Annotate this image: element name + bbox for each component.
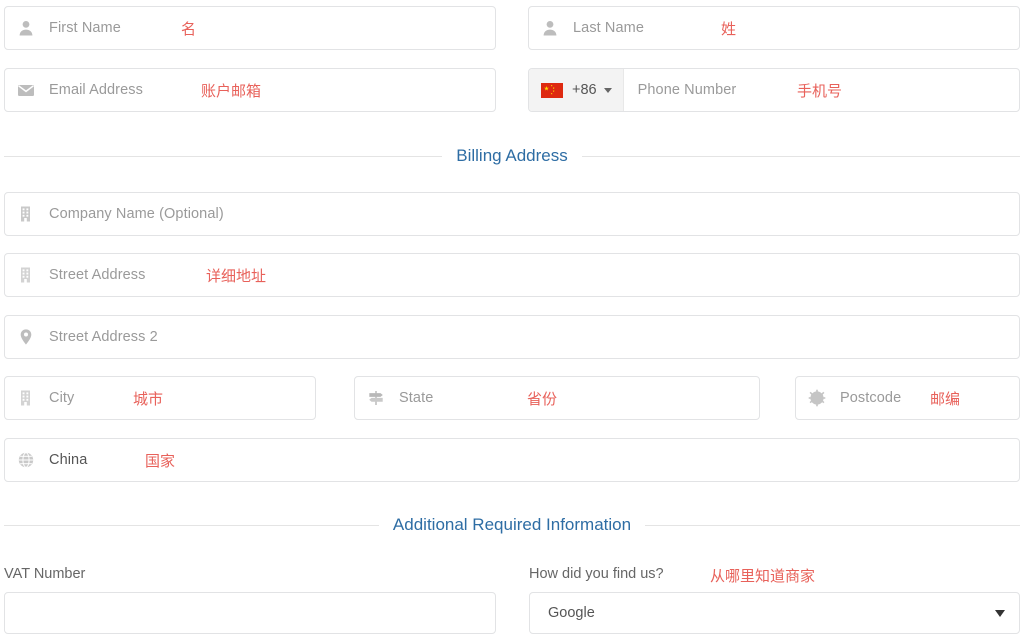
- email-row: Email Address 账户邮箱: [4, 68, 496, 112]
- street2-row: Street Address 2: [4, 315, 1020, 359]
- find-us-annotation: 从哪里知道商家: [710, 568, 816, 585]
- company-name-field[interactable]: Company Name (Optional): [4, 192, 1020, 236]
- email-field[interactable]: Email Address 账户邮箱: [4, 68, 496, 112]
- find-us-select[interactable]: Google: [529, 592, 1020, 634]
- last-name-field[interactable]: Last Name 姓: [528, 6, 1020, 50]
- city-row: City 城市: [4, 376, 316, 420]
- country-code-value: +86: [572, 82, 597, 98]
- country-field[interactable]: China 国家: [4, 438, 1020, 482]
- postcode-placeholder: Postcode: [840, 390, 902, 406]
- china-flag-icon: [541, 82, 563, 98]
- state-placeholder: State: [399, 390, 434, 406]
- vat-number-label: VAT Number: [4, 566, 86, 582]
- user-icon: [541, 19, 559, 37]
- signpost-icon: [367, 389, 385, 407]
- first-name-field[interactable]: First Name 名: [4, 6, 496, 50]
- additional-info-heading: Additional Required Information: [392, 515, 632, 534]
- billing-form-page: First Name 名 Last Name 姓 Email Address 账…: [0, 0, 1024, 639]
- billing-address-divider: Billing Address: [4, 146, 1021, 166]
- building-icon: [17, 205, 35, 223]
- divider-line-right: [581, 155, 1021, 157]
- street-address-2-field[interactable]: Street Address 2: [4, 315, 1020, 359]
- street-address-annotation: 详细地址: [206, 267, 267, 285]
- country-row: China 国家: [4, 438, 1020, 482]
- street-address-placeholder: Street Address: [49, 267, 146, 283]
- building-icon: [17, 266, 35, 284]
- last-name-row: Last Name 姓: [528, 6, 1020, 50]
- email-annotation: 账户邮箱: [201, 82, 262, 100]
- divider-line-right: [645, 524, 1020, 526]
- phone-field[interactable]: +86 Phone Number 手机号: [528, 68, 1020, 112]
- map-pin-icon: [17, 328, 35, 346]
- globe-icon: [17, 451, 35, 469]
- chevron-down-icon: [603, 87, 612, 93]
- postcode-row: Postcode 邮编: [795, 376, 1020, 420]
- country-value: China: [49, 452, 88, 468]
- email-placeholder: Email Address: [49, 82, 143, 98]
- city-field[interactable]: City 城市: [4, 376, 316, 420]
- first-name-placeholder: First Name: [49, 20, 121, 36]
- chevron-down-icon: [995, 609, 1005, 617]
- city-placeholder: City: [49, 390, 75, 406]
- company-name-placeholder: Company Name (Optional): [49, 206, 224, 222]
- phone-placeholder: Phone Number: [637, 82, 737, 98]
- postcode-annotation: 邮编: [930, 390, 961, 408]
- billing-address-heading: Billing Address: [456, 146, 568, 165]
- find-us-selected-value: Google: [548, 605, 595, 621]
- additional-info-divider: Additional Required Information: [4, 515, 1020, 535]
- state-row: State 省份: [354, 376, 760, 420]
- find-us-label: How did you find us?: [529, 566, 664, 582]
- first-name-annotation: 名: [181, 20, 197, 38]
- state-field[interactable]: State 省份: [354, 376, 760, 420]
- sunburst-icon: [808, 389, 826, 407]
- envelope-icon: [17, 81, 35, 99]
- divider-line-left: [4, 155, 443, 157]
- street-row: Street Address 详细地址: [4, 253, 1020, 297]
- phone-row: +86 Phone Number 手机号: [528, 68, 1020, 112]
- company-row: Company Name (Optional): [4, 192, 1020, 236]
- building-icon: [17, 389, 35, 407]
- state-annotation: 省份: [527, 390, 558, 408]
- city-annotation: 城市: [133, 390, 164, 408]
- vat-number-input[interactable]: [4, 592, 496, 634]
- last-name-placeholder: Last Name: [573, 20, 645, 36]
- last-name-annotation: 姓: [721, 20, 737, 38]
- postcode-field[interactable]: Postcode 邮编: [795, 376, 1020, 420]
- phone-annotation: 手机号: [797, 82, 843, 100]
- user-icon: [17, 19, 35, 37]
- street-address-2-placeholder: Street Address 2: [49, 329, 158, 345]
- country-annotation: 国家: [145, 452, 176, 470]
- name-row: First Name 名: [4, 6, 496, 50]
- street-address-field[interactable]: Street Address 详细地址: [4, 253, 1020, 297]
- divider-line-left: [4, 524, 379, 526]
- country-code-selector[interactable]: +86: [529, 69, 624, 111]
